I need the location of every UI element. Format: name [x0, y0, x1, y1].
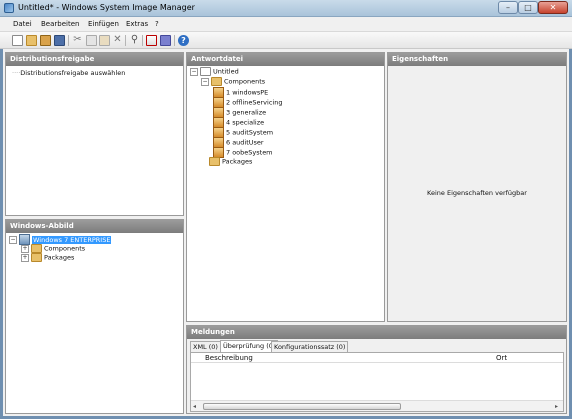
collapse-icon[interactable]: −: [9, 235, 17, 244]
image-packages-label: Packages: [44, 253, 75, 262]
toolbar: ✂ ✕ ⚲ ?: [0, 32, 572, 49]
tab-validation[interactable]: Überprüfung (0): [220, 340, 279, 352]
properties-empty-text: Keine Eigenschaften verfügbar: [427, 189, 527, 197]
tab-xml[interactable]: XML (0): [190, 341, 221, 352]
new-file-icon[interactable]: [12, 35, 23, 46]
distribution-share-header: Distributionsfreigabe: [6, 53, 183, 66]
pass-label: 2 offlineServicing: [226, 98, 283, 107]
answer-components-node[interactable]: − Components: [201, 77, 265, 86]
close-button[interactable]: ✕: [538, 1, 568, 14]
collapse-icon[interactable]: −: [201, 77, 209, 86]
distribution-share-label: Distributionsfreigabe auswählen: [20, 69, 126, 77]
image-root-label: Windows 7 ENTERPRISE: [32, 235, 112, 244]
answer-root-node[interactable]: − Untitled: [190, 67, 239, 76]
pass-label: 4 specialize: [226, 118, 265, 127]
cut-icon[interactable]: ✂: [72, 35, 83, 46]
open-catalog-icon[interactable]: [40, 35, 51, 46]
menu-help[interactable]: ?: [155, 20, 159, 28]
answer-packages-node[interactable]: Packages: [201, 157, 252, 166]
image-components-node[interactable]: + Components: [21, 244, 85, 253]
save-icon[interactable]: [54, 35, 65, 46]
open-folder-icon[interactable]: [26, 35, 37, 46]
pass-label: 7 oobeSystem: [226, 148, 273, 157]
column-location[interactable]: Ort: [496, 354, 507, 362]
folder-icon: [209, 157, 220, 166]
properties-header: Eigenschaften: [388, 53, 566, 66]
toolbar-separator: [125, 35, 126, 46]
menu-extras[interactable]: Extras: [126, 20, 148, 28]
messages-header: Meldungen: [187, 326, 566, 339]
messages-pane: Meldungen XML (0) Überprüfung (0) Konfig…: [186, 325, 567, 414]
distribution-share-pane: Distributionsfreigabe ····Distributionsf…: [5, 52, 184, 216]
horizontal-scrollbar[interactable]: ◂ ▸: [191, 400, 563, 411]
help-icon[interactable]: ?: [178, 35, 189, 46]
search-icon[interactable]: ⚲: [129, 35, 140, 46]
window-title: Untitled* - Windows System Image Manager: [18, 3, 195, 12]
folder-icon: [211, 77, 222, 86]
copy-icon[interactable]: [86, 35, 97, 46]
image-packages-node[interactable]: + Packages: [21, 253, 74, 262]
config-set-icon[interactable]: [160, 35, 171, 46]
toolbar-separator: [142, 35, 143, 46]
answer-file-pane: Antwortdatei − Untitled − Components 1 win…: [186, 52, 385, 322]
scroll-right-icon[interactable]: ▸: [555, 403, 558, 410]
folder-icon: [31, 253, 42, 262]
minimize-button[interactable]: –: [498, 1, 518, 14]
expand-icon[interactable]: +: [21, 244, 29, 253]
answer-file-header: Antwortdatei: [187, 53, 384, 66]
scroll-left-icon[interactable]: ◂: [193, 403, 196, 410]
answer-packages-label: Packages: [222, 157, 253, 166]
messages-list: Beschreibung Ort ◂ ▸: [190, 352, 564, 412]
tab-configuration-set[interactable]: Konfigurationssatz (0): [271, 341, 349, 352]
delete-icon[interactable]: ✕: [112, 35, 123, 46]
properties-pane: Eigenschaften Keine Eigenschaften verfüg…: [387, 52, 567, 322]
folder-icon: [31, 244, 42, 253]
answer-root-label: Untitled: [213, 67, 239, 76]
messages-column-header: Beschreibung Ort: [191, 353, 563, 363]
distribution-share-item[interactable]: ····Distributionsfreigabe auswählen: [12, 69, 125, 77]
expand-icon[interactable]: +: [21, 253, 29, 262]
pass-label: 5 auditSystem: [226, 128, 274, 137]
menu-bar: Datei Bearbeiten Einfügen Extras ?: [0, 17, 572, 32]
column-description[interactable]: Beschreibung: [205, 354, 253, 362]
menu-datei[interactable]: Datei: [13, 20, 32, 28]
title-bar[interactable]: Untitled* - Windows System Image Manager…: [0, 0, 572, 17]
menu-bearbeiten[interactable]: Bearbeiten: [41, 20, 79, 28]
client-area: Distributionsfreigabe ····Distributionsf…: [3, 49, 569, 416]
pass-label: 6 auditUser: [226, 138, 264, 147]
answer-components-label: Components: [224, 77, 266, 86]
menu-einfuegen[interactable]: Einfügen: [88, 20, 119, 28]
toolbar-separator: [68, 35, 69, 46]
collapse-icon[interactable]: −: [190, 67, 198, 76]
pass-label: 3 generalize: [226, 108, 267, 117]
scrollbar-thumb[interactable]: [203, 403, 401, 410]
toolbar-separator: [174, 35, 175, 46]
windows-image-pane: Windows-Abbild − Windows 7 ENTERPRISE + Co…: [5, 219, 184, 414]
image-components-label: Components: [44, 244, 86, 253]
app-icon: [4, 3, 14, 13]
maximize-button[interactable]: □: [518, 1, 538, 14]
validate-icon[interactable]: [146, 35, 157, 46]
answer-file-icon: [200, 67, 211, 76]
paste-icon[interactable]: [99, 35, 110, 46]
pass-label: 1 windowsPE: [226, 88, 269, 97]
windows-image-header: Windows-Abbild: [6, 220, 183, 233]
